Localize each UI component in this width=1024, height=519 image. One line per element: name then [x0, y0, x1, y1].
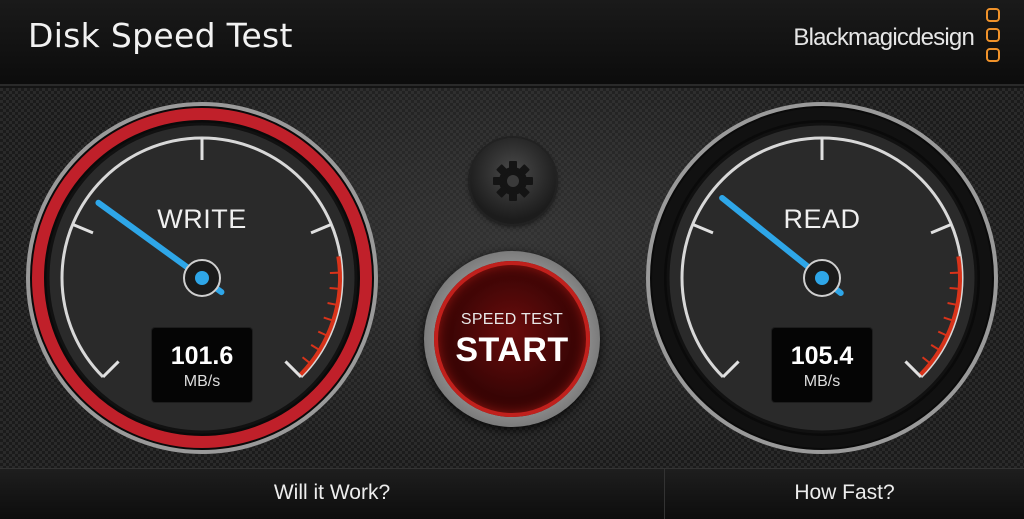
tab-will-it-work[interactable]: Will it Work?: [0, 469, 664, 519]
read-speed-readout: 105.4 MB/s: [772, 328, 872, 402]
start-button-caption: SPEED TEST: [434, 311, 590, 329]
footer-tabs: Will it Work? How Fast?: [0, 468, 1024, 519]
read-gauge-dial: [642, 100, 1002, 460]
write-speed-value: 101.6: [152, 342, 252, 371]
gauge-hub-center: [815, 271, 829, 285]
title-bar: Disk Speed Test Blackmagicdesign: [0, 0, 1024, 86]
gear-icon: [488, 156, 538, 206]
write-speed-readout: 101.6 MB/s: [152, 328, 252, 402]
start-button-face: SPEED TEST START: [434, 261, 590, 417]
read-gauge-title: READ: [642, 204, 1002, 235]
brand-logo-text: Blackmagicdesign: [793, 24, 974, 52]
settings-button[interactable]: [470, 138, 556, 224]
gauge-minor-tick: [950, 288, 960, 289]
tab-how-fast[interactable]: How Fast?: [665, 469, 1024, 519]
start-button-label: START: [434, 331, 590, 370]
write-gauge-dial: [22, 100, 382, 460]
write-gauge: WRITE 101.6 MB/s: [22, 100, 382, 460]
brand-logo-icon: [984, 8, 1006, 70]
read-speed-value: 105.4: [772, 342, 872, 371]
read-gauge: READ 105.4 MB/s: [642, 100, 1002, 460]
speed-test-start-button[interactable]: SPEED TEST START: [424, 251, 600, 427]
gauge-hub-center: [195, 271, 209, 285]
write-gauge-title: WRITE: [22, 204, 382, 235]
app-title: Disk Speed Test: [28, 16, 293, 55]
write-speed-unit: MB/s: [152, 373, 252, 391]
read-speed-unit: MB/s: [772, 373, 872, 391]
gauge-minor-tick: [330, 288, 340, 289]
